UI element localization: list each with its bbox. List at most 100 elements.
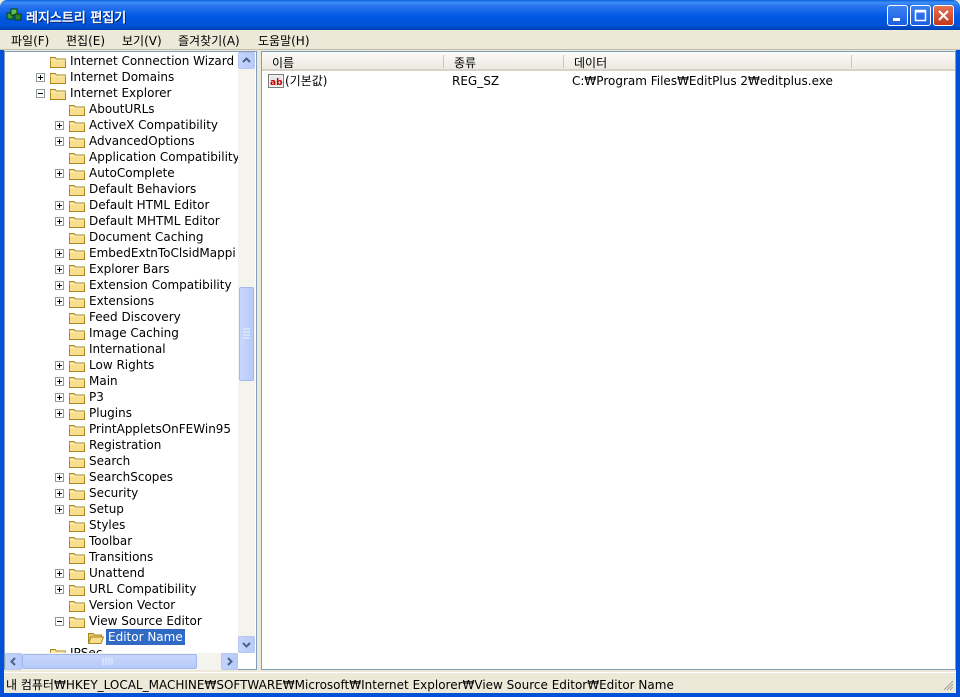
- column-header-type[interactable]: 종류: [454, 54, 476, 71]
- tree-item[interactable]: Default HTML Editor: [5, 197, 245, 213]
- title-bar[interactable]: 레지스트리 편집기: [0, 0, 960, 30]
- tree-item[interactable]: Default MHTML Editor: [5, 213, 245, 229]
- tree-item[interactable]: Extensions: [5, 293, 245, 309]
- folder-icon: [69, 217, 85, 228]
- tree-item-label: Search: [89, 454, 131, 468]
- tree-item[interactable]: EmbedExtnToClsidMappi: [5, 245, 245, 261]
- menu-favorites[interactable]: 즐겨찾기(A): [178, 32, 240, 49]
- tree-item[interactable]: P3: [5, 389, 245, 405]
- tree-item[interactable]: Setup: [5, 501, 245, 517]
- tree-item[interactable]: AboutURLs: [5, 101, 245, 117]
- tree-item[interactable]: Application Compatibility: [5, 149, 245, 165]
- scroll-up-button[interactable]: [238, 52, 255, 69]
- close-icon: [938, 10, 949, 21]
- tree-item-label: URL Compatibility: [89, 582, 197, 596]
- tree-item[interactable]: Editor Name: [5, 628, 245, 646]
- expand-icon[interactable]: [55, 121, 64, 130]
- expand-icon[interactable]: [55, 217, 64, 226]
- expand-icon[interactable]: [55, 249, 64, 258]
- expand-icon[interactable]: [55, 473, 64, 482]
- tree-item[interactable]: Feed Discovery: [5, 309, 245, 325]
- column-separator[interactable]: [851, 55, 852, 68]
- tree-item[interactable]: AutoComplete: [5, 165, 245, 181]
- scroll-left-button[interactable]: [5, 653, 22, 670]
- tree-item[interactable]: International: [5, 341, 245, 357]
- tree-item[interactable]: PrintAppletsOnFEWin95: [5, 421, 245, 437]
- folder-icon: [69, 505, 85, 516]
- tree-item[interactable]: Explorer Bars: [5, 261, 245, 277]
- tree-item[interactable]: Internet Connection Wizard: [5, 53, 245, 69]
- expand-icon[interactable]: [55, 585, 64, 594]
- expand-icon[interactable]: [36, 73, 45, 82]
- menu-view[interactable]: 보기(V): [122, 32, 162, 49]
- tree-item[interactable]: Internet Explorer: [5, 85, 245, 101]
- column-separator[interactable]: [443, 55, 444, 68]
- scroll-thumb[interactable]: [239, 287, 254, 381]
- tree-item[interactable]: View Source Editor: [5, 613, 245, 629]
- maximize-button[interactable]: [910, 5, 931, 26]
- expand-icon[interactable]: [55, 361, 64, 370]
- registry-key-tree[interactable]: Internet Connection Wizard Internet Domai…: [4, 51, 257, 670]
- expand-icon[interactable]: [55, 281, 64, 290]
- expand-icon[interactable]: [55, 137, 64, 146]
- expand-icon[interactable]: [55, 297, 64, 306]
- tree-item-label: Toolbar: [89, 534, 133, 548]
- registry-values-list[interactable]: 이름 종류 데이터 ab (기본값) REG_SZ C:₩Program Fil…: [261, 51, 956, 670]
- expand-icon[interactable]: [55, 409, 64, 418]
- column-header-name[interactable]: 이름: [272, 54, 294, 71]
- expand-icon[interactable]: [55, 569, 64, 578]
- collapse-icon[interactable]: [36, 89, 45, 98]
- column-header-data[interactable]: 데이터: [574, 54, 607, 71]
- tree-item[interactable]: Search: [5, 453, 245, 469]
- close-button[interactable]: [933, 5, 954, 26]
- collapse-icon[interactable]: [55, 617, 64, 626]
- tree-item[interactable]: Toolbar: [5, 533, 245, 549]
- folder-icon: [69, 329, 85, 340]
- tree-item-label: Main: [89, 374, 118, 388]
- tree-item-label: Application Compatibility: [89, 150, 240, 164]
- horizontal-scroll-thumb[interactable]: [22, 654, 197, 669]
- expand-icon[interactable]: [55, 489, 64, 498]
- expand-icon[interactable]: [55, 201, 64, 210]
- expand-icon[interactable]: [55, 169, 64, 178]
- menu-file[interactable]: 파일(F): [11, 32, 49, 49]
- tree-item-label: Feed Discovery: [89, 310, 181, 324]
- tree-item[interactable]: Styles: [5, 517, 245, 533]
- tree-item[interactable]: Unattend: [5, 565, 245, 581]
- tree-item-label: Unattend: [89, 566, 145, 580]
- tree-item[interactable]: Internet Domains: [5, 69, 245, 85]
- tree-item-label: View Source Editor: [89, 614, 202, 628]
- tree-item[interactable]: Registration: [5, 437, 245, 453]
- expand-icon[interactable]: [55, 265, 64, 274]
- expand-icon[interactable]: [55, 377, 64, 386]
- tree-item[interactable]: Transitions: [5, 549, 245, 565]
- tree-item[interactable]: Image Caching: [5, 325, 245, 341]
- tree-item-label: International: [89, 342, 166, 356]
- menu-help[interactable]: 도움말(H): [258, 32, 310, 49]
- tree-item[interactable]: URL Compatibility: [5, 581, 245, 597]
- menu-edit[interactable]: 편집(E): [66, 32, 105, 49]
- tree-item[interactable]: Default Behaviors: [5, 181, 245, 197]
- tree-item[interactable]: SearchScopes: [5, 469, 245, 485]
- tree-item[interactable]: Plugins: [5, 405, 245, 421]
- folder-icon: [69, 553, 85, 564]
- folder-icon: [69, 201, 85, 212]
- tree-item[interactable]: Main: [5, 373, 245, 389]
- tree-item[interactable]: AdvancedOptions: [5, 133, 245, 149]
- expand-icon[interactable]: [55, 393, 64, 402]
- minimize-button[interactable]: [887, 5, 908, 26]
- tree-horizontal-scrollbar[interactable]: [5, 653, 238, 670]
- tree-vertical-scrollbar[interactable]: [238, 52, 255, 653]
- expand-icon[interactable]: [55, 505, 64, 514]
- value-name: (기본값): [285, 74, 328, 88]
- tree-item[interactable]: Version Vector: [5, 597, 245, 613]
- tree-item[interactable]: ActiveX Compatibility: [5, 117, 245, 133]
- column-separator[interactable]: [563, 55, 564, 68]
- tree-item[interactable]: Security: [5, 485, 245, 501]
- tree-item[interactable]: Extension Compatibility: [5, 277, 245, 293]
- scroll-right-button[interactable]: [221, 653, 238, 670]
- tree-item[interactable]: Low Rights: [5, 357, 245, 373]
- scroll-down-button[interactable]: [238, 636, 255, 653]
- tree-item[interactable]: Document Caching: [5, 229, 245, 245]
- resize-grip-icon[interactable]: [942, 679, 954, 691]
